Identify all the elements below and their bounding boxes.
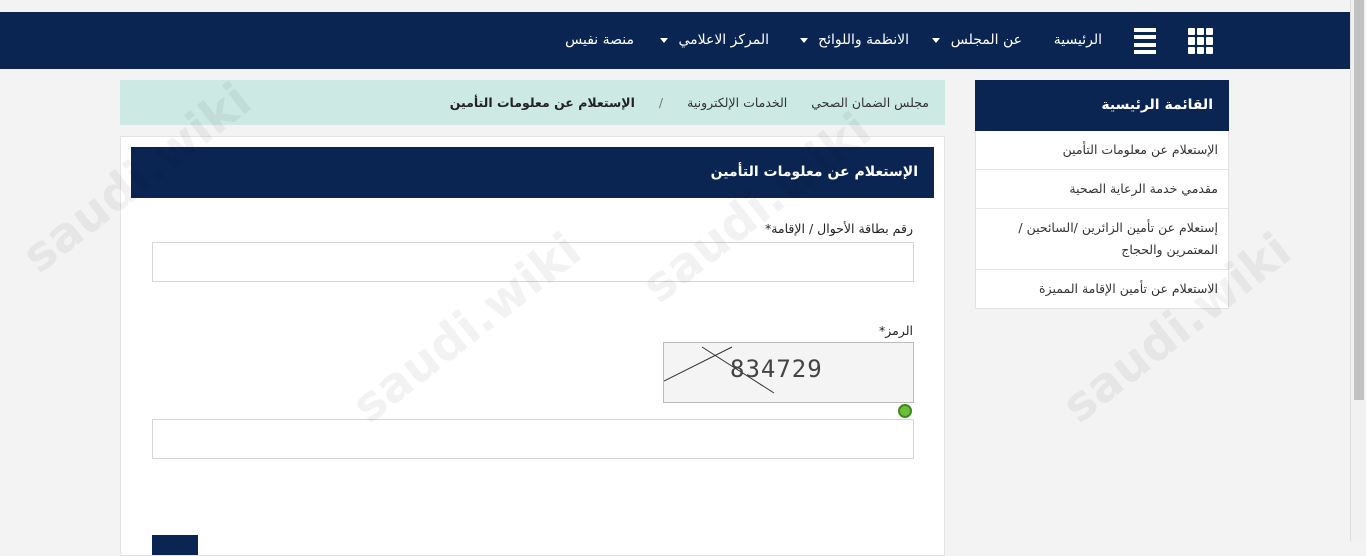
refresh-captcha-icon[interactable] [898, 404, 912, 418]
submit-button[interactable] [152, 535, 198, 555]
scrollbar-thumb[interactable] [1354, 0, 1364, 400]
nav-item-regulations[interactable]: الانظمة واللوائح [799, 12, 909, 69]
sidebar-list: الإستعلام عن معلومات التأمين مقدمي خدمة … [975, 131, 1229, 309]
breadcrumb-home[interactable]: مجلس الضمان الصحي [811, 95, 929, 110]
id-number-input[interactable] [152, 242, 914, 282]
code-label: الرمز* [878, 323, 913, 338]
nav-item-media-center-label: المركز الاعلامي [678, 32, 769, 48]
breadcrumb-current: الإستعلام عن معلومات التأمين [449, 95, 635, 110]
sidebar: القائمة الرئيسية الإستعلام عن معلومات ال… [975, 80, 1229, 309]
breadcrumb-separator: / [658, 95, 664, 110]
inquiry-form-panel: الإستعلام عن معلومات التأمين رقم بطاقة ا… [120, 136, 945, 556]
sidebar-item-insurance-inquiry[interactable]: الإستعلام عن معلومات التأمين [976, 131, 1228, 170]
id-number-label: رقم بطاقة الأحوال / الإقامة* [764, 221, 913, 236]
chevron-down-icon [799, 37, 808, 43]
nav-item-about-label: عن المجلس [950, 32, 1022, 48]
nav-item-nafees[interactable]: منصة نفيس [565, 12, 634, 69]
chevron-down-icon [659, 37, 668, 43]
sidebar-item-premium-residency[interactable]: الاستعلام عن تأمين الإقامة المميزة [976, 270, 1228, 308]
sidebar-title: القائمة الرئيسية [975, 80, 1229, 131]
nav-item-regulations-label: الانظمة واللوائح [818, 32, 909, 48]
top-navbar: الرئيسية عن المجلس الانظمة واللوائح المر… [0, 12, 1350, 69]
nav-item-media-center[interactable]: المركز الاعلامي [659, 12, 769, 69]
captcha-text: 834729 [730, 355, 823, 383]
grid-icon[interactable] [1187, 28, 1213, 54]
list-icon[interactable] [1134, 28, 1156, 54]
breadcrumb-eservices[interactable]: الخدمات الإلكترونية [687, 95, 787, 110]
breadcrumb: مجلس الضمان الصحي الخدمات الإلكترونية / … [120, 80, 945, 125]
nav-item-about[interactable]: عن المجلس [932, 12, 1022, 69]
sidebar-item-visitors-insurance[interactable]: إستعلام عن تأمين الزائرين /السائحين / ال… [976, 209, 1228, 270]
sidebar-item-healthcare-providers[interactable]: مقدمي خدمة الرعاية الصحية [976, 170, 1228, 209]
scrollbar[interactable] [1350, 0, 1366, 541]
nav-item-home[interactable]: الرئيسية [1054, 12, 1102, 69]
code-input[interactable] [152, 419, 914, 459]
form-title: الإستعلام عن معلومات التأمين [131, 147, 934, 198]
captcha-image: 834729 [663, 342, 914, 403]
chevron-down-icon [932, 37, 941, 43]
